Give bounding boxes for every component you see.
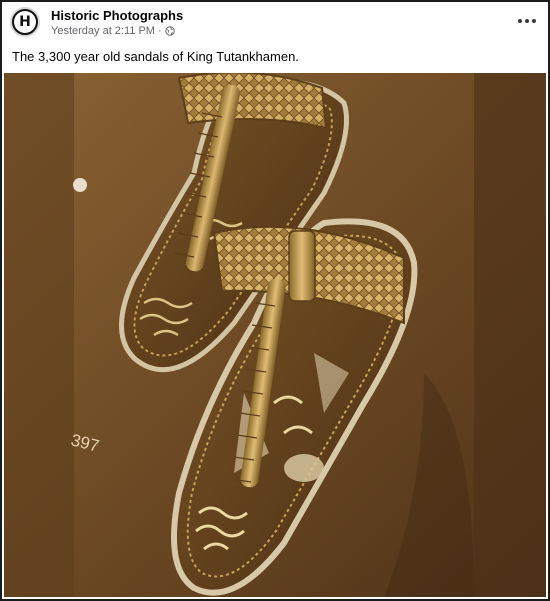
globe-icon[interactable] <box>164 26 175 36</box>
more-options-icon[interactable] <box>518 16 536 26</box>
avatar-letter: H <box>14 11 36 33</box>
post-meta: Yesterday at 2:11 PM · <box>51 25 175 37</box>
post-header: H Historic Photographs Yesterday at 2:11… <box>2 2 548 42</box>
meta-separator: · <box>157 25 162 37</box>
post-caption: The 3,300 year old sandals of King Tutan… <box>12 49 299 64</box>
page-name-link[interactable]: Historic Photographs <box>51 8 183 23</box>
avatar[interactable]: H <box>10 7 40 37</box>
more-dot <box>532 19 536 23</box>
sandals-photo-illustration: 397 <box>4 73 546 597</box>
post-card: H Historic Photographs Yesterday at 2:11… <box>0 0 550 601</box>
more-dot <box>525 19 529 23</box>
more-dot <box>518 19 522 23</box>
timestamp-link[interactable]: Yesterday at 2:11 PM <box>51 25 155 37</box>
post-photo[interactable]: 397 <box>4 73 546 597</box>
